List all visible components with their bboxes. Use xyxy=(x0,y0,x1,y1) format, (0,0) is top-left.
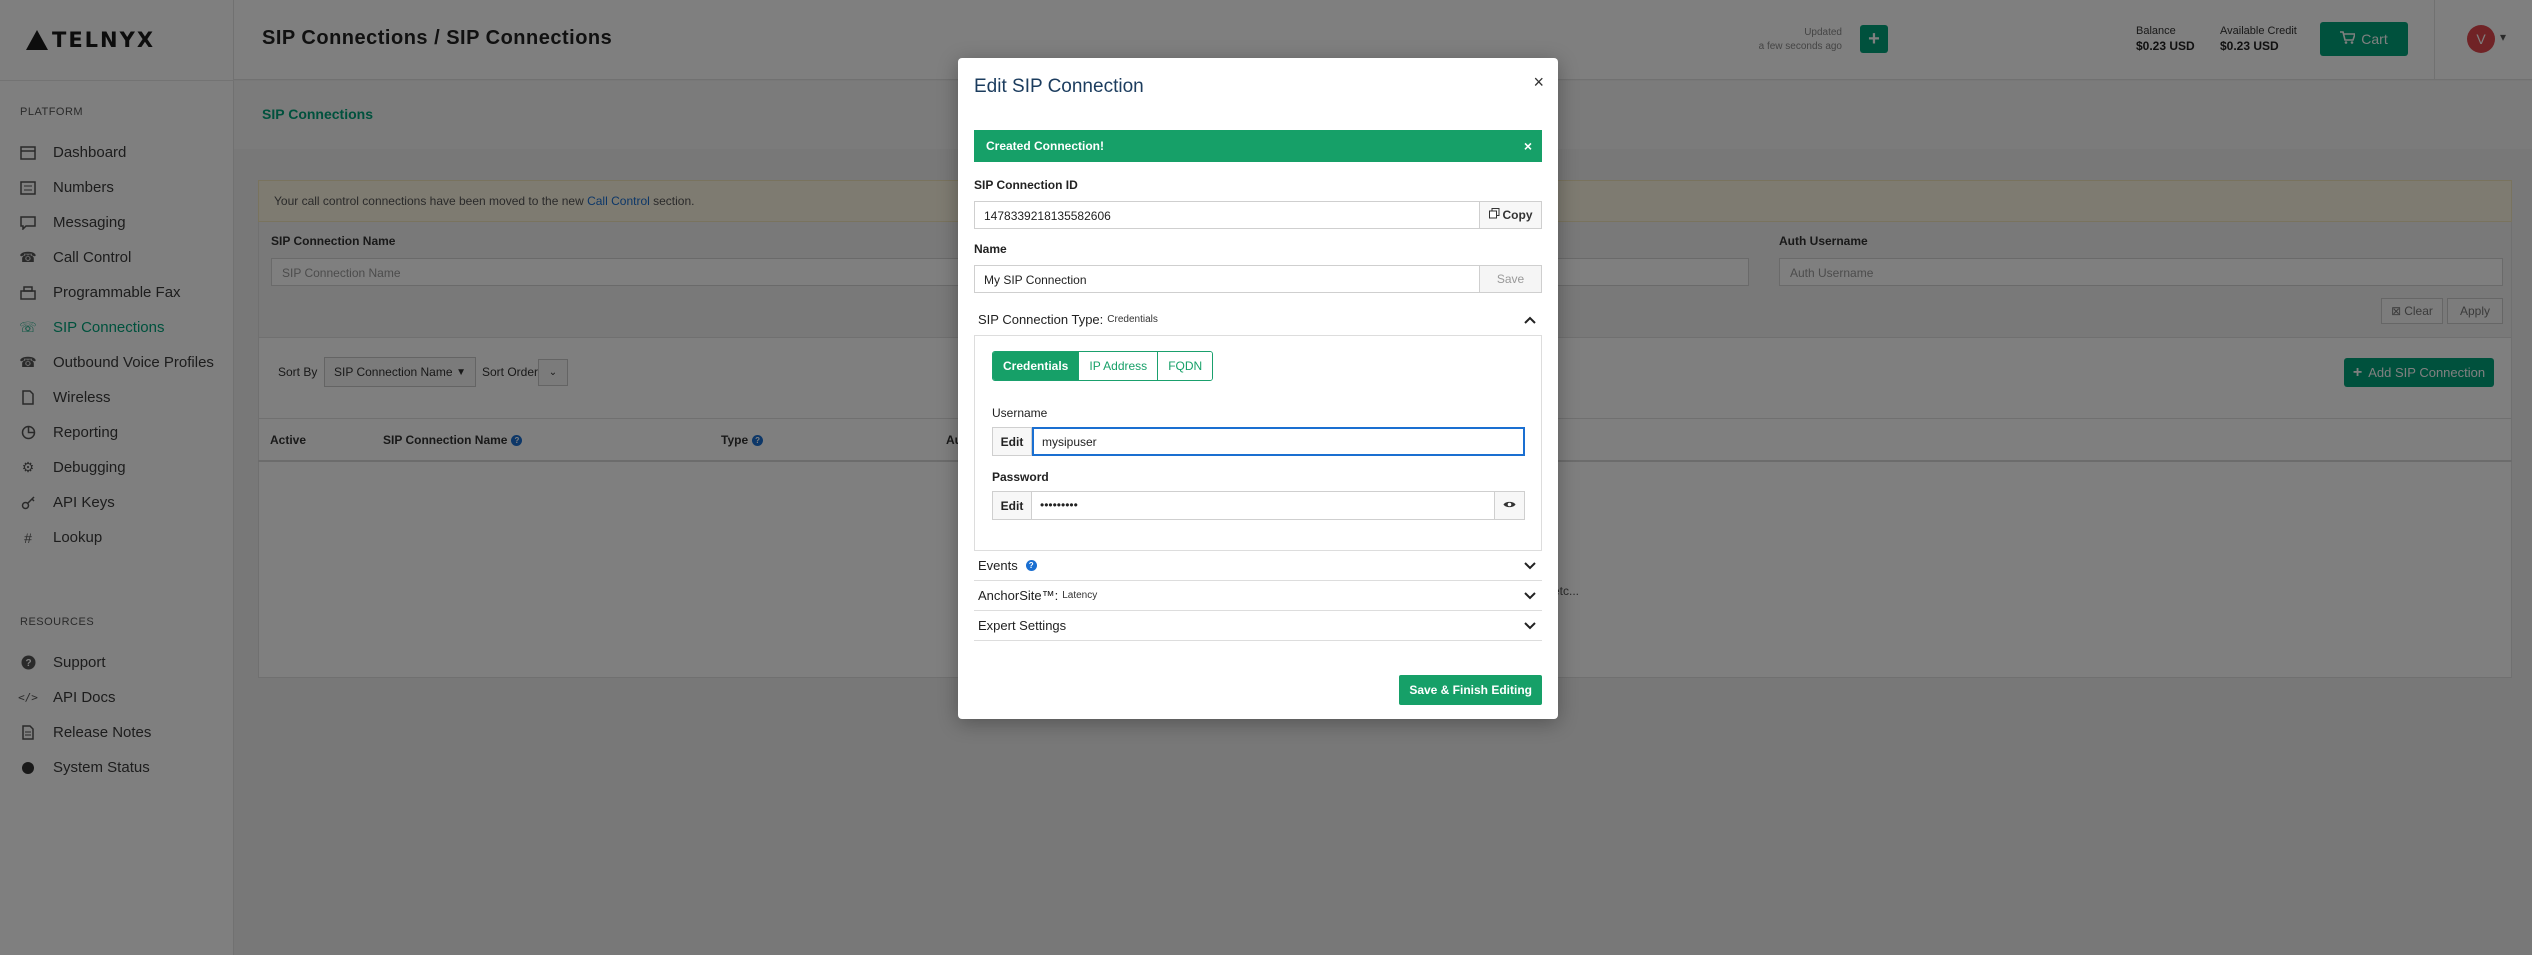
save-name-button[interactable]: Save xyxy=(1480,265,1542,293)
modal-title: Edit SIP Connection xyxy=(974,76,1144,97)
edit-sip-connection-modal: Edit SIP Connection × Created Connection… xyxy=(958,58,1558,719)
connection-id-row: 1478339218135582606 Copy xyxy=(974,201,1542,229)
username-label: Username xyxy=(992,406,1048,420)
type-value: Credentials xyxy=(1107,314,1158,325)
name-label: Name xyxy=(974,242,1007,256)
close-icon[interactable]: × xyxy=(1533,72,1544,93)
success-alert: Created Connection! × xyxy=(974,130,1542,162)
name-row: My SIP Connection Save xyxy=(974,265,1542,293)
copy-icon xyxy=(1488,208,1500,222)
type-fqdn-button[interactable]: FQDN xyxy=(1158,352,1213,380)
username-edit-button[interactable]: Edit xyxy=(992,427,1032,456)
connection-type-accordion[interactable]: SIP Connection Type: Credentials xyxy=(974,304,1542,336)
chevron-down-icon xyxy=(1524,588,1536,603)
anchorsite-label: AnchorSite™: xyxy=(978,588,1059,603)
help-icon[interactable]: ? xyxy=(1025,560,1037,571)
close-icon[interactable]: × xyxy=(1524,138,1532,154)
eye-icon xyxy=(1503,500,1516,512)
events-label: Events xyxy=(978,558,1018,573)
connection-type-toggle: Credentials IP Address FQDN xyxy=(992,351,1214,381)
copy-label: Copy xyxy=(1502,208,1533,222)
type-ip-address-button[interactable]: IP Address xyxy=(1079,352,1159,380)
connection-id-field[interactable]: 1478339218135582606 xyxy=(974,201,1480,229)
connection-name-input[interactable]: My SIP Connection xyxy=(974,265,1480,293)
password-edit-button[interactable]: Edit xyxy=(992,491,1032,520)
show-password-button[interactable] xyxy=(1495,491,1525,520)
credentials-panel: Credentials IP Address FQDN Username Edi… xyxy=(974,336,1542,551)
password-label: Password xyxy=(992,470,1049,484)
expert-settings-label: Expert Settings xyxy=(978,618,1067,633)
password-row: Edit ••••••••• xyxy=(992,491,1525,520)
alert-text: Created Connection! xyxy=(986,139,1105,153)
events-accordion[interactable]: Events ? xyxy=(974,551,1542,581)
save-and-finish-button[interactable]: Save & Finish Editing xyxy=(1399,675,1542,705)
anchorsite-accordion[interactable]: AnchorSite™: Latency xyxy=(974,581,1542,611)
password-input[interactable]: ••••••••• xyxy=(1032,491,1495,520)
connection-id-label: SIP Connection ID xyxy=(974,178,1078,192)
chevron-down-icon xyxy=(1524,558,1536,573)
anchorsite-value: Latency xyxy=(1062,590,1098,601)
username-input[interactable]: mysipuser xyxy=(1032,427,1525,456)
chevron-down-icon xyxy=(1524,618,1536,633)
username-row: Edit mysipuser xyxy=(992,427,1525,456)
type-label: SIP Connection Type: xyxy=(978,312,1104,327)
expert-settings-accordion[interactable]: Expert Settings xyxy=(974,611,1542,641)
type-credentials-button[interactable]: Credentials xyxy=(993,352,1080,380)
copy-button[interactable]: Copy xyxy=(1480,201,1542,229)
chevron-up-icon xyxy=(1524,312,1536,327)
